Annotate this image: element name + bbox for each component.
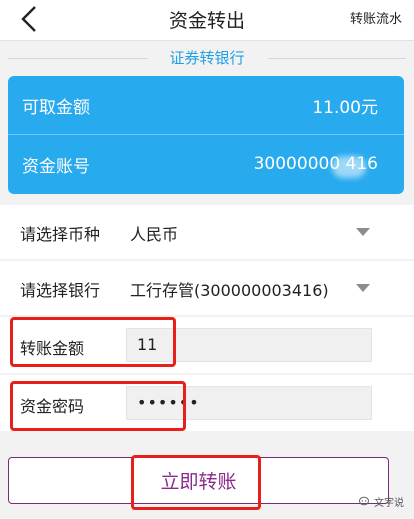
- redaction-blur: [332, 156, 366, 178]
- available-amount-value: 11.00元: [312, 97, 378, 118]
- section-title: 证券转银行: [169, 49, 245, 67]
- available-amount-label: 可取金额: [22, 97, 90, 118]
- bank-label: 请选择银行: [20, 281, 101, 300]
- amount-highlight-box: [10, 317, 176, 367]
- currency-value: 人民币: [130, 225, 179, 244]
- available-amount-row: 可取金额 11.00元: [8, 76, 404, 134]
- currency-label: 请选择币种: [20, 225, 101, 244]
- account-info-card: 可取金额 11.00元 资金账号 30000000 416: [8, 76, 404, 194]
- password-highlight-box: [10, 381, 186, 431]
- bank-value: 工行存管(300000003416): [130, 281, 329, 300]
- currency-select-row[interactable]: 请选择币种 人民币: [0, 205, 414, 259]
- submit-highlight-box: [131, 455, 261, 510]
- bank-select-row[interactable]: 请选择银行 工行存管(300000003416): [0, 261, 414, 315]
- transfer-history-link[interactable]: 转账流水: [350, 8, 402, 27]
- account-number-label: 资金账号: [22, 156, 90, 177]
- chat-bubble-icon: [359, 496, 369, 506]
- dropdown-arrow-icon: [356, 284, 370, 292]
- nav-header: 资金转出 转账流水: [0, 0, 414, 41]
- watermark: 文字说: [359, 494, 404, 509]
- dropdown-arrow-icon: [356, 228, 370, 236]
- watermark-text: 文字说: [374, 498, 404, 509]
